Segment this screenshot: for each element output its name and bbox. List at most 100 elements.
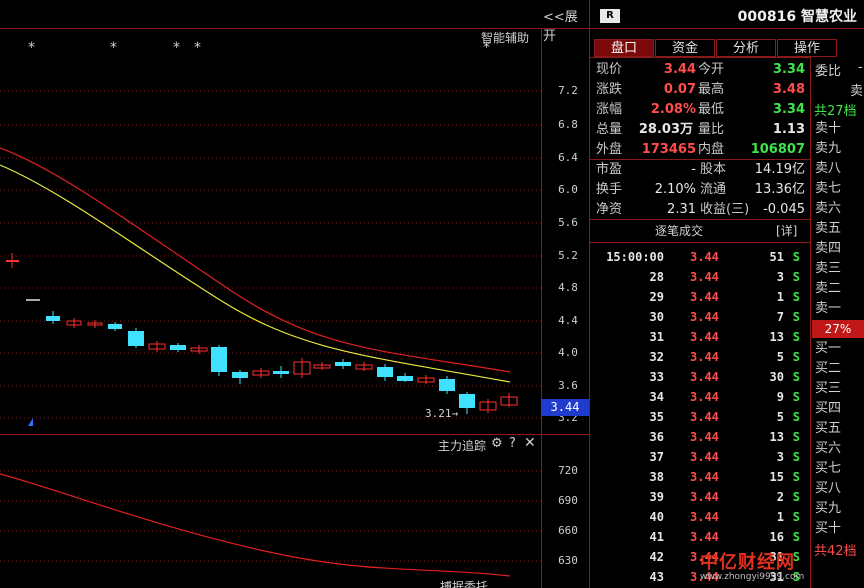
tick-time: 37: [649, 450, 664, 464]
tick-time: 33: [649, 370, 664, 384]
tab-funds[interactable]: 资金: [655, 39, 715, 57]
candle: [500, 393, 518, 407]
buy-level-label[interactable]: 买三: [815, 379, 841, 399]
tick-side: S: [792, 330, 800, 344]
watermark-url: www.zhongyi9999.com: [700, 572, 805, 582]
tick-side: S: [792, 290, 800, 304]
tick-price: 3.44: [690, 350, 719, 364]
tick-time: 38: [649, 470, 664, 484]
candle: [66, 318, 82, 328]
sell-level-label[interactable]: 卖五: [815, 219, 841, 239]
tick-volume: 2: [776, 490, 784, 504]
tick-row: 33 3.44 30 S: [592, 367, 810, 387]
buy-level-label[interactable]: 买六: [815, 439, 841, 459]
tick-side: S: [792, 270, 800, 284]
candle: [459, 392, 475, 414]
buy-level-label[interactable]: 买十: [815, 519, 841, 539]
candle: [108, 322, 122, 331]
tick-row: 29 3.44 1 S: [592, 287, 810, 307]
sell-level-label[interactable]: 卖一: [815, 299, 841, 319]
buy-level-label[interactable]: 买五: [815, 419, 841, 439]
sell-level-label[interactable]: 卖七: [815, 179, 841, 199]
mid-ratio-badge: 27%: [812, 320, 864, 338]
expand-button[interactable]: <<展开: [543, 6, 589, 44]
quote-value: 1.13: [772, 122, 805, 137]
y-tick-label: 6.8: [558, 118, 578, 131]
buy-level-label[interactable]: 买八: [815, 479, 841, 499]
candle: [46, 311, 60, 324]
sell-level-label[interactable]: 卖六: [815, 199, 841, 219]
quote-label: 今开: [698, 62, 725, 77]
buy-level-label[interactable]: 买四: [815, 399, 841, 419]
tick-price: 3.44: [690, 430, 719, 444]
tick-time: 40: [649, 510, 664, 524]
sell-level-label[interactable]: 卖四: [815, 239, 841, 259]
candle: [417, 375, 435, 384]
candle: [6, 253, 19, 268]
sell-count: 共27档: [814, 104, 857, 119]
tick-side: S: [792, 490, 800, 504]
chart-grid: [0, 90, 541, 577]
tick-volume: 13: [769, 330, 784, 344]
quote-label: 外盘: [596, 142, 623, 157]
candle: [313, 362, 331, 370]
tick-time: 42: [649, 550, 664, 564]
sell-level-label[interactable]: 卖十: [815, 119, 841, 139]
buy-level-label[interactable]: 买九: [815, 499, 841, 519]
tick-time: 35: [649, 410, 664, 424]
kline-chart-pane[interactable]: <<展开 智能辅助 * * * * * 7.2 6.8 6.4 6.0 5.6 …: [0, 0, 590, 588]
y-tick-label: 4.4: [558, 314, 578, 327]
star-marker: *: [194, 40, 201, 56]
tab-operation[interactable]: 操作: [777, 39, 837, 57]
current-price-tag: 3.44: [541, 399, 589, 416]
tick-price: 3.44: [690, 370, 719, 384]
quote-row-volume: 总量 28.03万 量比 1.13: [596, 120, 808, 140]
quote-value: 106807: [750, 142, 805, 157]
help-icon[interactable]: ?: [509, 436, 516, 451]
tab-pankou[interactable]: 盘口: [594, 39, 654, 57]
close-icon[interactable]: ✕: [524, 435, 536, 451]
bottom-panel-title[interactable]: 搏据委托: [440, 578, 488, 588]
tick-row: 41 3.44 16 S: [592, 527, 810, 547]
tick-time: 15:00:00: [606, 250, 664, 264]
tick-volume: 5: [776, 410, 784, 424]
quote-label: 量比: [698, 122, 725, 137]
quote-value: 3.44: [663, 62, 696, 77]
buy-level-label[interactable]: 买一: [815, 339, 841, 359]
tick-row: 31 3.44 13 S: [592, 327, 810, 347]
tick-side: S: [792, 430, 800, 444]
buy-level-label[interactable]: 买二: [815, 359, 841, 379]
sub-y-tick-label: 720: [558, 464, 578, 477]
tick-detail-link[interactable]: [详]: [776, 222, 797, 239]
quote-row-pe: 市盈 - 股本 14.19亿: [596, 160, 808, 180]
tick-volume: 51: [769, 250, 784, 264]
star-marker: *: [110, 40, 117, 56]
tick-row: 37 3.44 3 S: [592, 447, 810, 467]
stock-badge: R: [600, 9, 620, 23]
sell-level-label[interactable]: 卖八: [815, 159, 841, 179]
stock-code-name: 000816 智慧农业: [737, 9, 857, 25]
gear-icon[interactable]: ⚙: [491, 436, 503, 451]
low-price-value: 3.21: [425, 407, 452, 420]
sell-level-label[interactable]: 卖九: [815, 139, 841, 159]
ma-red-line: [0, 147, 511, 373]
quote-row-turnover: 换手 2.10% 流通 13.36亿: [596, 180, 808, 200]
quote-value: 2.10%: [654, 182, 696, 197]
tick-row: 34 3.44 9 S: [592, 387, 810, 407]
sell-level-label[interactable]: 卖二: [815, 279, 841, 299]
tick-row: 40 3.44 1 S: [592, 507, 810, 527]
tick-row: 30 3.44 7 S: [592, 307, 810, 327]
sub-chart-title[interactable]: 主力追踪: [438, 437, 486, 454]
quote-label: 股本: [700, 162, 727, 177]
tab-analysis[interactable]: 分析: [716, 39, 776, 57]
quote-label: 涨跌: [596, 82, 623, 97]
tick-time: 39: [649, 490, 664, 504]
tick-price: 3.44: [690, 310, 719, 324]
tick-volume: 3: [776, 450, 784, 464]
candle: [293, 358, 311, 378]
tick-side: S: [792, 390, 800, 404]
sell-level-label[interactable]: 卖三: [815, 259, 841, 279]
tick-price: 3.44: [690, 290, 719, 304]
buy-level-label[interactable]: 买七: [815, 459, 841, 479]
tick-side: S: [792, 370, 800, 384]
